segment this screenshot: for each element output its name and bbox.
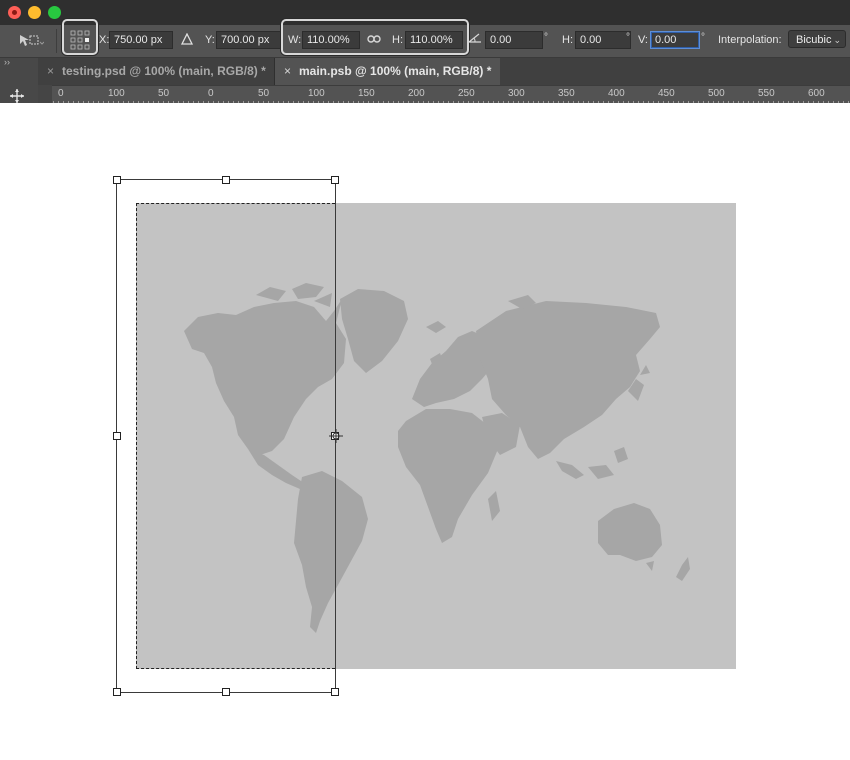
interpolation-value: Bicubic — [796, 34, 832, 46]
rotate-degree-unit: ° — [544, 32, 548, 43]
window-maximize-button[interactable] — [48, 6, 61, 19]
ruler-label: 100 — [308, 88, 325, 99]
h-skew-label: H: — [562, 34, 573, 46]
reference-point-crosshair-icon[interactable] — [329, 429, 343, 446]
ruler-label: 250 — [458, 88, 475, 99]
transform-bounding-box[interactable] — [116, 179, 336, 693]
window-close-button[interactable] — [8, 6, 21, 19]
ruler-label: 50 — [258, 88, 270, 99]
delta-triangle-icon[interactable] — [180, 32, 194, 48]
h-skew-degree-unit: ° — [626, 32, 630, 43]
ruler-label: 500 — [708, 88, 725, 99]
tab-label: main.psb @ 100% (main, RGB/8) * — [299, 64, 492, 78]
panel-collapse-icon[interactable]: ›› — [4, 57, 10, 67]
ruler-label: 150 — [358, 88, 375, 99]
tab-testing-psd[interactable]: × testing.psd @ 100% (main, RGB/8) * — [38, 58, 275, 85]
document-tab-bar: × testing.psd @ 100% (main, RGB/8) * × m… — [0, 58, 850, 85]
x-label: X: — [99, 34, 110, 46]
width-scale-input[interactable] — [302, 31, 360, 49]
chain-link-icon[interactable] — [367, 33, 381, 48]
ruler-label: 0 — [58, 88, 64, 99]
transform-handle-middle-left[interactable] — [113, 432, 121, 440]
ruler-label: 0 — [208, 88, 214, 99]
ruler-origin-corner[interactable] — [38, 85, 52, 103]
angle-icon — [468, 32, 482, 47]
transform-handle-top-center[interactable] — [222, 176, 230, 184]
reference-point-control[interactable] — [62, 19, 98, 57]
chevron-down-icon: ⌄ — [833, 35, 841, 45]
rotate-input[interactable] — [485, 31, 543, 49]
v-skew-degree-unit: ° — [701, 32, 705, 43]
horizontal-ruler[interactable]: 0 100 50 0 50 100 150 200 250 300 350 400 450 500 550 6… — [38, 85, 850, 104]
transform-handle-bottom-left[interactable] — [113, 688, 121, 696]
transform-handle-bottom-right[interactable] — [331, 688, 339, 696]
h-label: H: — [392, 34, 403, 46]
ruler-label: 50 — [158, 88, 170, 99]
interpolation-label: Interpolation: — [718, 34, 782, 46]
close-icon[interactable]: × — [47, 58, 54, 85]
ruler-label: 350 — [558, 88, 575, 99]
w-label: W: — [288, 34, 302, 46]
horizontal-skew-input[interactable] — [575, 31, 631, 49]
tab-main-psb[interactable]: × main.psb @ 100% (main, RGB/8) * — [275, 58, 500, 85]
x-position-input[interactable] — [109, 31, 173, 49]
ruler-label: 300 — [508, 88, 525, 99]
transform-handle-top-left[interactable] — [113, 176, 121, 184]
document-canvas[interactable] — [0, 103, 850, 760]
ruler-label: 100 — [108, 88, 125, 99]
options-bar: X: Y: W: H: ° H: ° V: ° Interpolation: B… — [0, 19, 850, 58]
separator — [56, 29, 57, 53]
transform-handle-top-right[interactable] — [331, 176, 339, 184]
tools-panel-strip: ›› — [0, 57, 38, 103]
window-minimize-button[interactable] — [28, 6, 41, 19]
transform-handle-bottom-center[interactable] — [222, 688, 230, 696]
ruler-label: 400 — [608, 88, 625, 99]
ruler-label: 600 — [808, 88, 825, 99]
y-position-input[interactable] — [216, 31, 281, 49]
ruler-label: 550 — [758, 88, 775, 99]
height-scale-input[interactable] — [405, 31, 463, 49]
vertical-skew-input[interactable] — [650, 31, 700, 49]
transform-move-icon[interactable] — [18, 33, 45, 52]
ruler-label: 450 — [658, 88, 675, 99]
tab-label: testing.psd @ 100% (main, RGB/8) * — [62, 64, 266, 78]
v-skew-label: V: — [638, 34, 648, 46]
close-icon[interactable]: × — [284, 58, 291, 85]
interpolation-select[interactable]: Bicubic ⌄ — [788, 30, 846, 48]
ruler-label: 200 — [408, 88, 425, 99]
reference-point-grid-icon[interactable] — [70, 30, 90, 53]
y-label: Y: — [205, 34, 215, 46]
